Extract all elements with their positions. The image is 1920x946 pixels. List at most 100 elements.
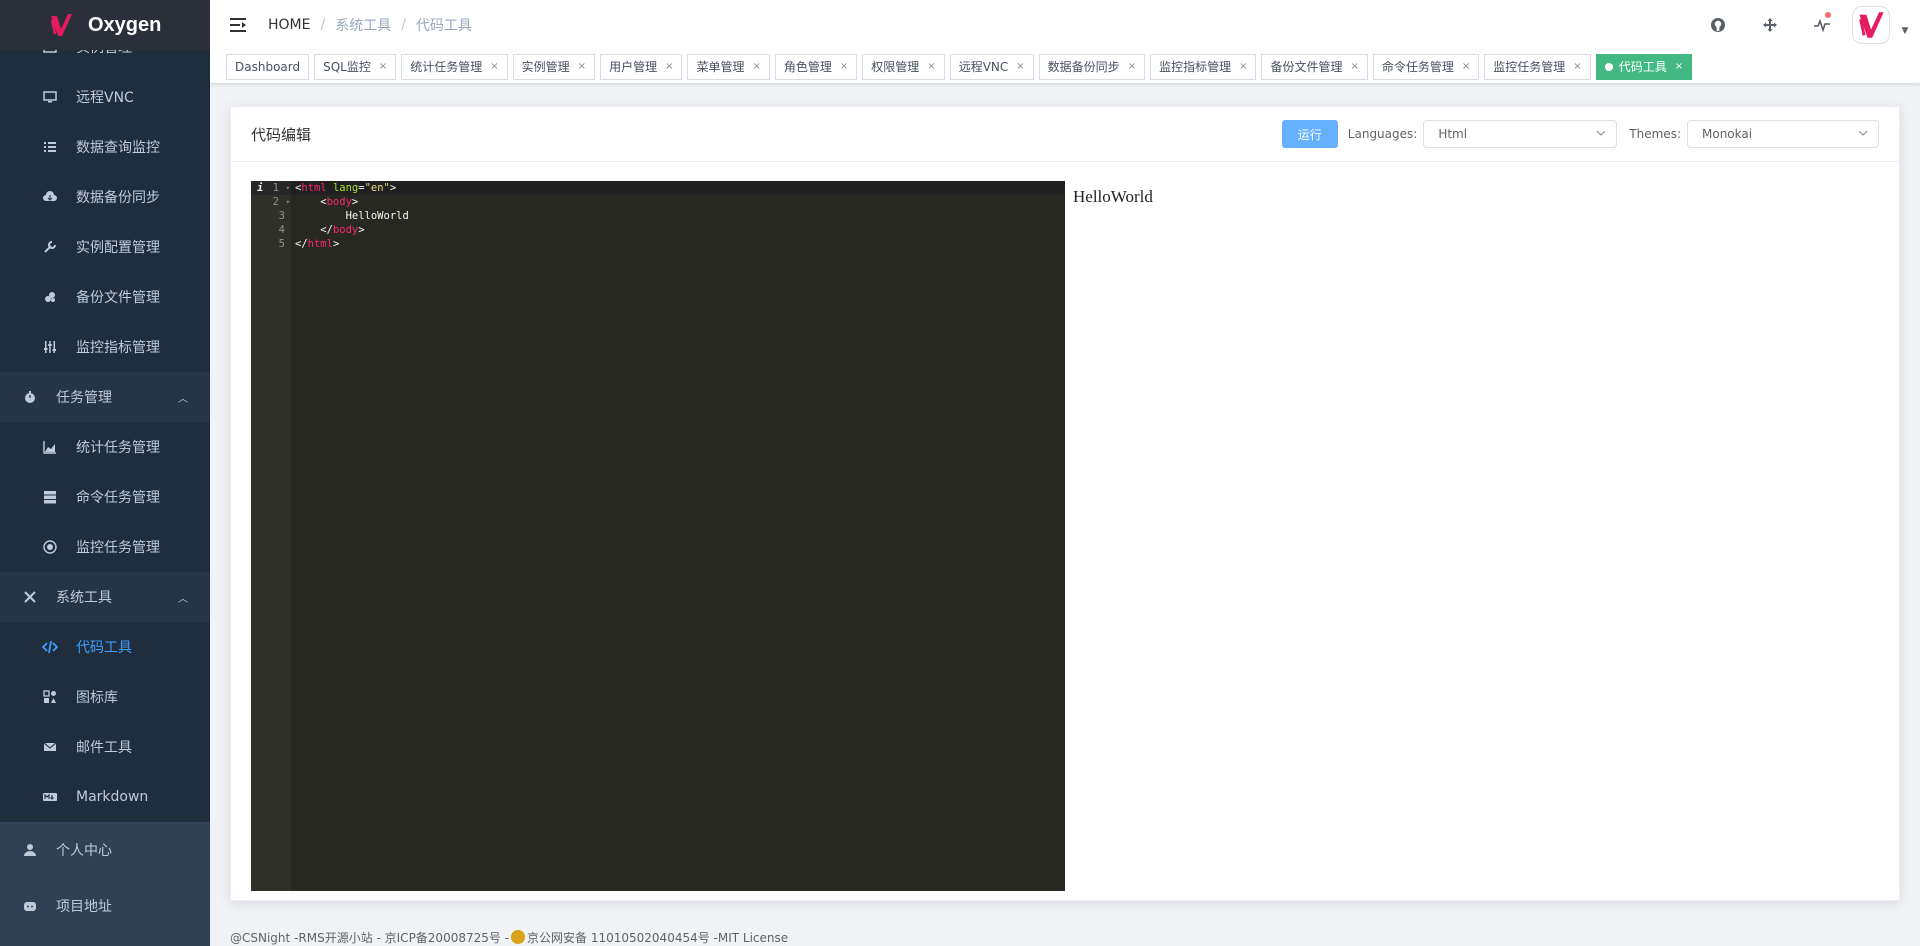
- fold-icon[interactable]: ▾: [286, 195, 290, 209]
- editor-toolbar: 运行 Languages: Html Themes: Monokai: [1281, 120, 1879, 148]
- sidebar: Oxygen 实例管理远程VNC数据查询监控数据备份同步实例配置管理备份文件管理…: [0, 0, 210, 946]
- sidebar-group-system[interactable]: 系统工具 ︿: [0, 572, 210, 622]
- close-icon[interactable]: ×: [578, 55, 586, 79]
- close-icon[interactable]: ×: [490, 55, 498, 79]
- fold-icon[interactable]: ▾: [286, 181, 290, 195]
- close-icon[interactable]: ×: [1675, 55, 1683, 79]
- sidebar-item[interactable]: 统计任务管理: [0, 422, 210, 472]
- tag-item[interactable]: 角色管理 ×: [774, 53, 858, 80]
- tag-item[interactable]: 菜单管理 ×: [687, 53, 770, 80]
- oxygen-logo-icon: [50, 14, 72, 36]
- code-token: >: [358, 224, 365, 236]
- github-icon[interactable]: [1692, 0, 1744, 50]
- tag-item[interactable]: 用户管理 ×: [600, 53, 683, 80]
- sidebar-item-label: 个人中心: [56, 843, 112, 859]
- sidebar-item[interactable]: 命令任务管理: [0, 472, 210, 522]
- sidebar-item[interactable]: 项目地址: [0, 878, 210, 934]
- close-icon[interactable]: ×: [1350, 55, 1358, 79]
- avatar[interactable]: [1852, 6, 1890, 44]
- sidebar-item-label: 备份文件管理: [76, 290, 160, 306]
- list-icon: [42, 139, 58, 155]
- code-line: </body>: [291, 223, 1065, 237]
- code-editor[interactable]: i 1 ▾ 2 ▾ 3 4 5 <html lang="en"> <body> HelloWo…: [251, 181, 1065, 891]
- sidebar-item[interactable]: 实例配置管理: [0, 222, 210, 272]
- close-icon[interactable]: ×: [1573, 55, 1581, 79]
- code-token: html: [307, 238, 333, 250]
- line-number: 3: [251, 209, 291, 223]
- code-line: </html>: [291, 237, 1065, 251]
- caret-down-icon[interactable]: ▼: [1890, 0, 1920, 50]
- tag-item[interactable]: 监控指标管理 ×: [1150, 53, 1257, 80]
- sidebar-item[interactable]: 监控任务管理: [0, 522, 210, 572]
- activity-icon[interactable]: [1796, 0, 1848, 50]
- close-icon[interactable]: ×: [1462, 55, 1470, 79]
- icons-icon: [42, 689, 58, 705]
- sidebar-item[interactable]: 个人中心: [0, 822, 210, 878]
- chevron-up-icon: ︿: [178, 593, 188, 605]
- close-icon[interactable]: ×: [927, 55, 935, 79]
- tag-item[interactable]: 远程VNC ×: [949, 53, 1034, 80]
- tag-item[interactable]: 统计任务管理 ×: [401, 53, 508, 80]
- sidebar-item[interactable]: 监控指标管理: [0, 322, 210, 372]
- sidebar-item[interactable]: 远程VNC: [0, 72, 210, 122]
- code-editor-card: 代码编辑 运行 Languages: Html Themes: Monokai …: [230, 106, 1900, 901]
- close-icon[interactable]: ×: [665, 55, 673, 79]
- sidebar-group-label: 系统工具: [56, 590, 112, 606]
- line-number-text: 2: [272, 196, 279, 208]
- breadcrumb-current: 代码工具: [415, 18, 472, 34]
- sidebar-item[interactable]: 邮件工具: [0, 722, 210, 772]
- sidebar-submenu-system: 代码工具 图标库 邮件工具 Markdown: [0, 622, 210, 822]
- tag-item[interactable]: 备份文件管理 ×: [1261, 53, 1368, 80]
- chevron-down-icon: [1858, 130, 1868, 136]
- tag-item[interactable]: SQL监控 ×: [314, 53, 397, 80]
- sidebar-item[interactable]: 数据备份同步: [0, 172, 210, 222]
- code-token: >: [332, 238, 340, 250]
- code-token: body: [326, 196, 352, 208]
- tag-item[interactable]: 权限管理 ×: [862, 53, 945, 80]
- tag-item[interactable]: Dashboard: [226, 53, 310, 80]
- code-line: HelloWorld: [291, 209, 1065, 223]
- card-header: 代码编辑 运行 Languages: Html Themes: Monokai: [231, 107, 1899, 162]
- sidebar-item[interactable]: Markdown: [0, 772, 210, 822]
- sidebar-item-label: 数据查询监控: [76, 140, 160, 156]
- code-token: <: [295, 196, 327, 208]
- footer-copyright[interactable]: @CSNight -RMS开源小站 - 京ICP备20008725号 -: [230, 929, 509, 946]
- close-icon[interactable]: ×: [840, 55, 848, 79]
- line-number: 4: [251, 223, 291, 237]
- footer-beian[interactable]: 京公网安备 11010502040454号 -MIT License: [527, 929, 788, 946]
- sidebar-item[interactable]: 备份文件管理: [0, 272, 210, 322]
- close-icon[interactable]: ×: [1016, 55, 1024, 79]
- logo[interactable]: Oxygen: [0, 0, 210, 50]
- tag-item[interactable]: 实例管理 ×: [512, 53, 596, 80]
- sidebar-item[interactable]: 代码工具: [0, 622, 210, 672]
- sidebar-group-tasks[interactable]: 任务管理 ︿: [0, 372, 210, 422]
- sidebar-item[interactable]: 图标库: [0, 672, 210, 722]
- languages-label: Languages:: [1347, 127, 1418, 141]
- tag-label: 监控任务管理: [1493, 59, 1566, 74]
- breadcrumb-home[interactable]: HOME: [268, 17, 310, 33]
- line-number: i 1 ▾: [251, 181, 291, 195]
- tag-label: 数据备份同步: [1047, 59, 1120, 74]
- tag-item[interactable]: 命令任务管理 ×: [1372, 53, 1480, 80]
- close-icon[interactable]: ×: [1128, 55, 1136, 79]
- sidebar-item[interactable]: 数据查询监控: [0, 122, 210, 172]
- oxygen-logo-icon: [1859, 12, 1884, 38]
- code-line: <html lang="en">: [291, 181, 1065, 195]
- tag-item[interactable]: 监控任务管理 ×: [1484, 53, 1591, 80]
- run-button[interactable]: 运行: [1281, 120, 1338, 148]
- info-icon[interactable]: i: [257, 181, 263, 195]
- stopwatch-icon: [22, 389, 38, 405]
- sidebar-item-label: 数据备份同步: [76, 190, 160, 206]
- close-icon[interactable]: ×: [379, 55, 387, 79]
- tag-item[interactable]: 数据备份同步 ×: [1038, 53, 1146, 80]
- tag-item[interactable]: 代码工具 ×: [1595, 53, 1693, 80]
- tag-label: 远程VNC: [958, 59, 1009, 74]
- close-icon[interactable]: ×: [752, 55, 760, 79]
- move-arrows-icon[interactable]: [1744, 0, 1796, 50]
- close-icon[interactable]: ×: [1239, 55, 1247, 79]
- code-token: HelloWorld: [295, 210, 409, 222]
- theme-select[interactable]: Monokai: [1687, 120, 1879, 148]
- language-select[interactable]: Html: [1423, 120, 1618, 148]
- editor-code[interactable]: <html lang="en"> <body > HelloWorld </bod…: [291, 181, 1065, 251]
- hamburger-icon[interactable]: [210, 0, 260, 50]
